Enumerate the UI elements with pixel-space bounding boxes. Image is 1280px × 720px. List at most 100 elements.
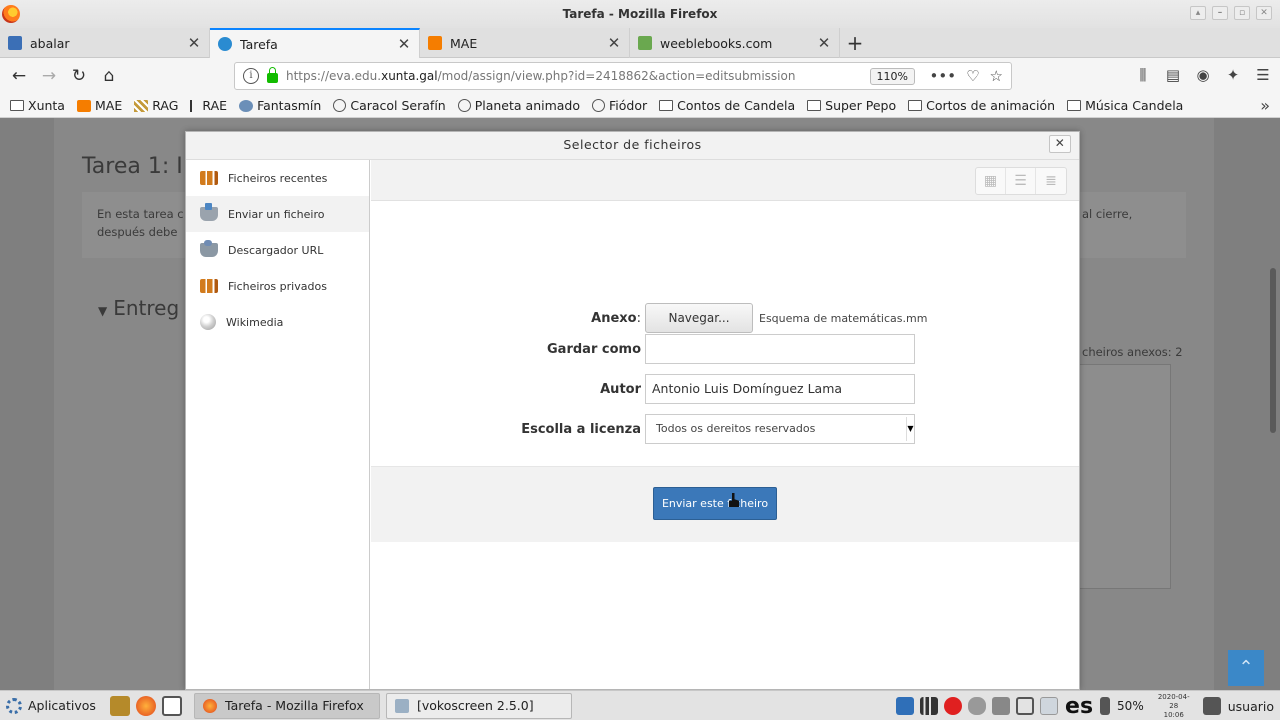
author-input[interactable]: Antonio Luis Domínguez Lama [645,374,915,404]
new-tab-icon[interactable]: + [840,28,870,57]
bookmark-cortos-de-animacion[interactable]: Cortos de animación [908,98,1055,113]
record-icon[interactable] [944,697,963,715]
close-tab-icon[interactable]: ✕ [817,34,831,52]
zoom-indicator[interactable]: 110% [869,68,915,85]
wikimedia-icon [200,314,216,330]
tab-label: weeblebooks.com [660,35,773,51]
task-vokoscreen[interactable]: [vokoscreen 2.5.0] [386,692,572,719]
blogger-icon [76,99,91,112]
firefox-launcher-icon[interactable] [136,695,156,716]
bookmark-fiodor[interactable]: Fiódor [592,98,647,113]
tab-tarefa[interactable]: Tarefa ✕ [210,28,420,58]
saveas-input[interactable] [645,334,915,364]
sync-icon[interactable]: ◉ [1192,61,1214,89]
user-icon[interactable] [1202,697,1221,715]
applications-menu[interactable]: Aplicativos [0,697,102,714]
submit-area: Enviar este ficheiro [371,466,1079,542]
bookmark-rae[interactable]: RAE [190,98,227,113]
bookmark-caracol-serafin[interactable]: Caracol Serafín [333,98,446,113]
rag-icon [134,99,149,112]
volume-icon[interactable] [992,697,1011,715]
close-tab-icon[interactable]: ✕ [397,35,411,53]
minimize-button[interactable]: ▴ [1190,6,1206,20]
browse-button[interactable]: Navegar... [645,303,753,333]
reload-icon[interactable]: ↻ [64,61,94,91]
collapse-caret-icon[interactable]: ▼ [98,304,107,318]
tab-mae[interactable]: MAE ✕ [420,28,630,58]
tree-view-icon[interactable]: ≣ [1036,168,1066,194]
minimize-to-tray-button[interactable]: – [1212,6,1228,20]
keyboard-layout-indicator[interactable]: es [1065,694,1093,719]
firefox-logo-icon [2,5,20,23]
intro-text-right-1: al cierre, [1082,207,1133,221]
filemanager-background [1070,364,1171,589]
bookmarks-toolbar: Xunta MAE RAG RAE Fantasmín Caracol Sera… [0,94,1280,118]
network-icon[interactable] [920,697,939,715]
tab-weeblebooks[interactable]: weeblebooks.com ✕ [630,28,840,58]
close-dialog-button[interactable]: ✕ [1049,135,1071,153]
tab-abalar[interactable]: abalar ✕ [0,28,210,58]
battery-level: 50% [1117,699,1144,713]
maximize-button[interactable]: ▫ [1234,6,1250,20]
microphone-icon[interactable] [968,697,987,715]
library-icon[interactable]: ⫼ [1132,61,1154,89]
clock[interactable]: 2020-04-28 10:06 [1154,693,1194,720]
folder-icon [10,100,24,111]
bookmark-super-pepo[interactable]: Super Pepo [807,98,896,113]
repo-private-files[interactable]: Ficheiros privados [186,268,369,304]
battery-icon [1100,697,1111,715]
rae-icon [190,99,198,112]
globe-icon [592,99,606,112]
chat-icon[interactable] [162,695,182,716]
url-text[interactable]: https://eva.edu.xunta.gal/mod/assign/vie… [286,69,795,83]
secure-lock-icon [267,67,278,83]
repo-recent-files[interactable]: Ficheiros recentes [186,160,369,196]
bookmark-fantasmin[interactable]: Fantasmín [239,98,321,113]
user-name[interactable]: usuario [1228,699,1274,714]
scroll-to-top-button[interactable]: ⌃ [1228,650,1264,686]
attachments-hint: cheiros anexos: 2 [1082,345,1183,359]
bookmark-planeta-animado[interactable]: Planeta animado [457,98,580,113]
bookmark-contos-de-candela[interactable]: Contos de Candela [659,98,795,113]
more-bookmarks-icon[interactable]: » [1260,96,1270,115]
repo-upload-file[interactable]: Enviar un ficheiro [186,196,369,232]
upload-file-button[interactable]: Enviar este ficheiro [653,487,777,520]
icons-view-icon[interactable]: ▦ [976,168,1006,194]
bluetooth-icon[interactable] [896,697,915,715]
view-toolbar: ▦ ☰ ≣ [371,160,1079,201]
repo-wikimedia[interactable]: Wikimedia [186,304,369,340]
display-icon[interactable] [1040,697,1059,715]
page-scrollbar[interactable] [1270,268,1276,433]
task-firefox[interactable]: Tarefa - Mozilla Firefox [194,692,380,719]
sidebar-toggle-icon[interactable]: ▤ [1162,61,1184,89]
tab-label: MAE [450,35,478,51]
home-icon[interactable]: ⌂ [94,61,124,91]
window-controls: ▴ – ▫ ✕ [1190,6,1272,20]
close-window-button[interactable]: ✕ [1256,6,1272,20]
license-select[interactable]: Todos os dereitos reservados ▼ [645,414,915,444]
close-tab-icon[interactable]: ✕ [607,34,621,52]
selected-filename: Esquema de matemáticas.mm [759,311,928,325]
bookmark-star-icon[interactable]: ☆ [990,67,1003,85]
close-tab-icon[interactable]: ✕ [187,34,201,52]
saveas-label: Gardar como [547,341,641,357]
file-manager-icon[interactable] [110,695,130,716]
list-view-icon[interactable]: ☰ [1006,168,1036,194]
screenshot-icon[interactable] [1016,697,1035,715]
bookmark-musica-candela[interactable]: Música Candela [1067,98,1183,113]
back-icon[interactable]: ← [4,61,34,91]
page-actions-icon[interactable]: ••• [930,67,957,85]
bookmark-mae[interactable]: MAE [76,98,122,113]
url-bar[interactable]: i https://eva.edu.xunta.gal/mod/assign/v… [234,62,1012,90]
bookmark-xunta[interactable]: Xunta [10,98,65,113]
repo-url-downloader[interactable]: Descargador URL [186,232,369,268]
system-tray: es 50% 2020-04-28 10:06 usuario [893,691,1280,720]
site-info-icon[interactable]: i [243,68,259,84]
author-label: Autor [600,381,641,397]
bookmark-rag[interactable]: RAG [134,98,178,113]
quick-launch [110,695,182,716]
pocket-icon[interactable]: ♡ [966,67,979,85]
extensions-icon[interactable]: ✦ [1222,61,1244,89]
forward-icon[interactable]: → [34,61,64,91]
menu-icon[interactable]: ☰ [1252,61,1274,89]
